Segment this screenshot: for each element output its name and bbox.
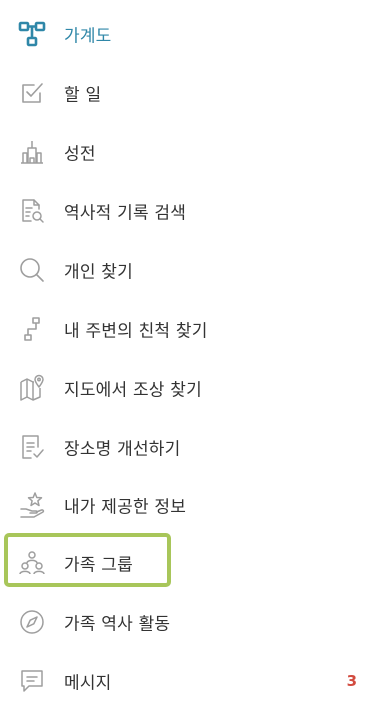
menu-item-label: 할 일 [64, 85, 102, 106]
map-pin-icon [17, 373, 47, 403]
menu-item-label: 가계도 [64, 26, 112, 47]
menu-item-family-tree[interactable]: 가계도 [0, 5, 375, 63]
tree-icon [17, 19, 47, 49]
menu-item-todo[interactable]: 할 일 [0, 64, 375, 122]
menu-item-family-history-activities[interactable]: 가족 역사 활동 [0, 593, 375, 651]
menu-item-label: 장소명 개선하기 [64, 439, 181, 460]
compass-icon [17, 607, 47, 637]
menu-item-improve-place-names[interactable]: 장소명 개선하기 [0, 418, 375, 476]
menu-item-label: 지도에서 조상 찾기 [64, 380, 202, 401]
menu-item-label: 역사적 기록 검색 [64, 203, 187, 224]
menu-item-messages[interactable]: 메시지 3 [0, 652, 375, 710]
menu-item-label: 가족 역사 활동 [64, 614, 171, 635]
menu-item-label: 가족 그룹 [64, 555, 133, 576]
message-icon [17, 666, 47, 696]
checklist-icon [17, 78, 47, 108]
document-check-icon [17, 432, 47, 462]
navigation-menu: 가계도 할 일 성전 역사적 기록 검색 개인 찾기 내 주변의 친척 찾기 지… [0, 0, 375, 706]
menu-item-label: 메시지 [64, 673, 112, 694]
menu-item-find-person[interactable]: 개인 찾기 [0, 241, 375, 299]
menu-item-relatives-around-me[interactable]: 내 주변의 친척 찾기 [0, 300, 375, 358]
menu-item-temple[interactable]: 성전 [0, 123, 375, 181]
menu-item-my-contributions[interactable]: 내가 제공한 정보 [0, 476, 375, 534]
menu-item-label: 내 주변의 친척 찾기 [64, 321, 208, 342]
family-group-icon [17, 548, 47, 578]
hand-star-icon [17, 490, 47, 520]
relatives-around-me-icon [17, 314, 47, 344]
unread-count-badge: 3 [346, 672, 357, 690]
menu-item-label: 개인 찾기 [64, 262, 133, 283]
temple-icon [17, 137, 47, 167]
menu-item-label: 내가 제공한 정보 [64, 497, 187, 518]
menu-item-historical-records[interactable]: 역사적 기록 검색 [0, 182, 375, 240]
search-icon [17, 255, 47, 285]
menu-item-family-groups[interactable]: 가족 그룹 [0, 534, 375, 592]
menu-item-ancestors-map[interactable]: 지도에서 조상 찾기 [0, 359, 375, 417]
menu-item-label: 성전 [64, 144, 96, 165]
records-search-icon [17, 196, 47, 226]
